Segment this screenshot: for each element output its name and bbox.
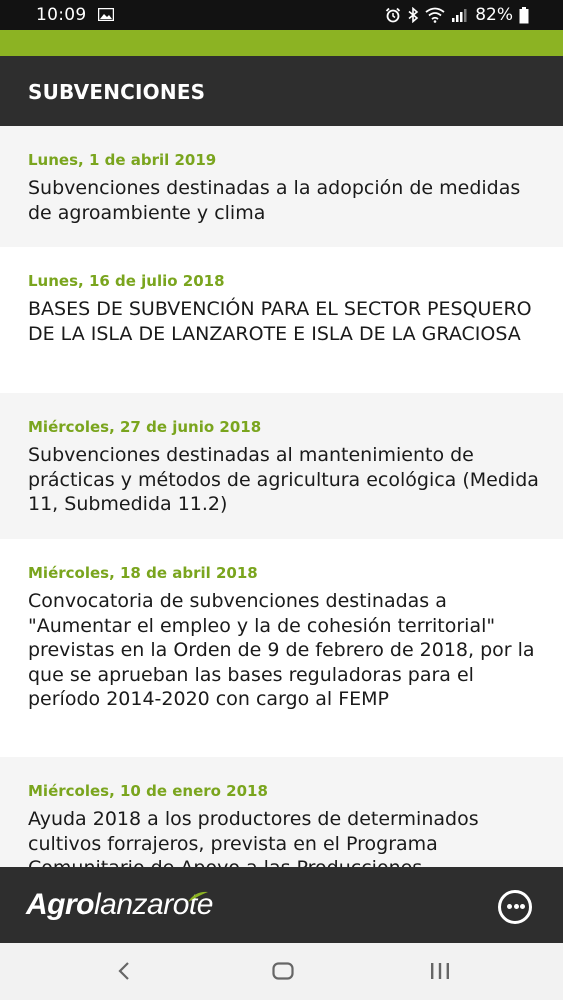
list-item[interactable]: Lunes, 16 de julio 2018 BASES DE SUBVENC… [0,247,563,393]
status-time: 10:09 [36,5,87,25]
item-date: Lunes, 1 de abril 2019 [28,151,217,169]
more-horizontal-icon-dot [513,904,519,909]
agrolanzarote-logo: Agrolanzarote [26,887,213,923]
system-nav-bar [0,943,563,1000]
wifi-icon [425,7,445,23]
subsidy-list[interactable]: Lunes, 1 de abril 2019 Subvenciones dest… [0,126,563,867]
list-item[interactable]: Lunes, 1 de abril 2019 Subvenciones dest… [0,126,563,247]
app-header: SUBVENCIONES [0,56,563,126]
more-horizontal-icon-dot [520,904,525,909]
item-title: Ayuda 2018 a los productores de determin… [28,808,479,867]
home-icon[interactable] [272,962,294,980]
signal-icon [452,9,467,22]
item-title: BASES DE SUBVENCIÓN PARA EL SECTOR PESQU… [28,298,532,345]
bluetooth-icon [408,7,419,23]
item-title: Convocatoria de subvenciones destinadas … [28,590,535,710]
logo-agro-text: Agro [26,888,95,921]
list-item[interactable]: Miércoles, 27 de junio 2018 Subvenciones… [0,393,563,539]
status-bar: 10:09 82% [0,0,563,30]
app-footer: Agrolanzarote [0,867,563,943]
page-title: SUBVENCIONES [28,80,206,104]
photo-icon [98,8,114,21]
item-date: Lunes, 16 de julio 2018 [28,272,225,290]
battery-icon [519,6,529,23]
more-options-button[interactable] [498,890,532,924]
more-horizontal-icon [507,904,512,909]
list-item[interactable]: Miércoles, 18 de abril 2018 Convocatoria… [0,539,563,757]
back-icon[interactable] [117,961,131,981]
item-date: Miércoles, 18 de abril 2018 [28,564,258,582]
item-date: Miércoles, 27 de junio 2018 [28,418,262,436]
leaf-icon [188,891,208,902]
alarm-icon [386,7,401,23]
status-icons: 82% [385,5,529,25]
list-item[interactable]: Miércoles, 10 de enero 2018 Ayuda 2018 a… [0,757,563,867]
recents-icon[interactable] [429,962,451,980]
item-date: Miércoles, 10 de enero 2018 [28,782,268,800]
item-title: Subvenciones destinadas a la adopción de… [28,177,521,224]
brand-strip [0,30,563,56]
battery-percentage: 82% [475,5,513,25]
item-title: Subvenciones destinadas al mantenimiento… [28,444,539,515]
